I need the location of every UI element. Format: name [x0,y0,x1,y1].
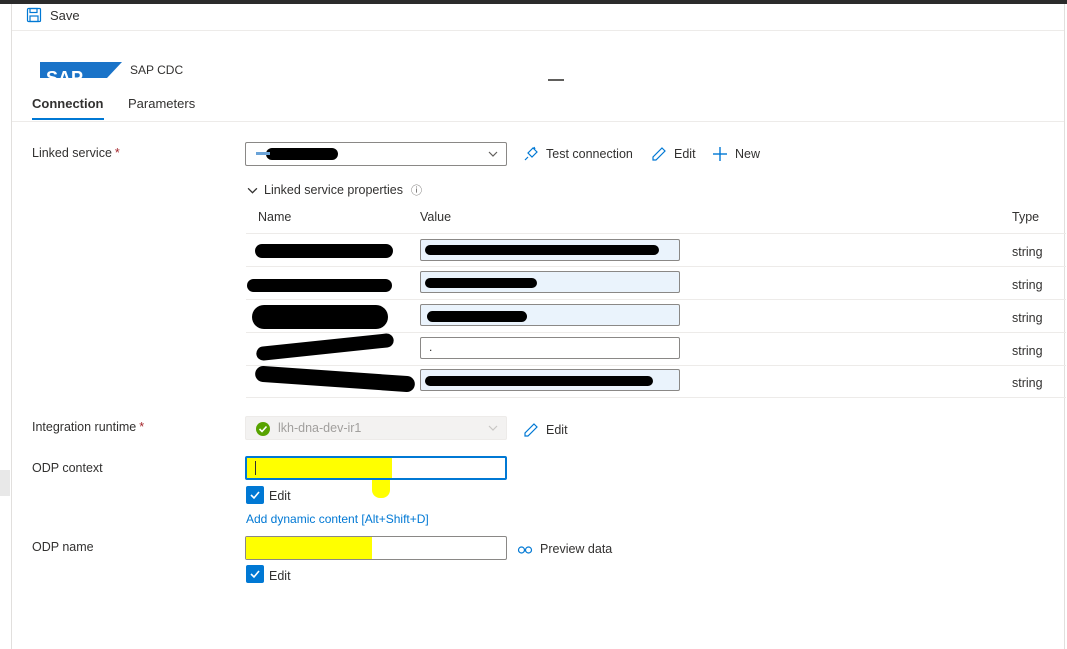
pencil-icon [652,147,666,161]
column-header-name: Name [258,210,292,224]
edit-integration-runtime-button[interactable]: Edit [523,422,568,438]
test-connection-button[interactable]: Test connection [523,146,633,162]
property-value-input[interactable] [420,304,680,326]
chevron-down-icon [488,425,498,431]
tab-parameters[interactable]: Parameters [128,96,195,111]
linked-service-select[interactable] [245,142,507,166]
checkmark-icon [250,570,260,579]
plus-icon [713,147,727,161]
dataset-type-title: SAP CDC [130,63,184,77]
highlighted-area [246,537,372,559]
property-type: string [1012,344,1043,358]
property-value-input[interactable] [420,271,680,293]
table-row-divider [246,365,1066,366]
property-type: string [1012,278,1043,292]
svg-text:SAP: SAP [46,68,83,78]
odp-name-edit-label: Edit [269,569,291,583]
odp-context-input[interactable] [245,456,507,480]
redacted-value [427,311,527,322]
save-label: Save [50,7,80,23]
column-header-type: Type [1012,210,1040,224]
highlighted-area [372,480,390,498]
odp-name-edit-checkbox[interactable] [246,565,264,583]
active-tab-underline [32,118,104,120]
pencil-icon [524,423,538,437]
collapsed-panel-strip [0,470,10,496]
property-value-input[interactable] [420,369,680,391]
toolbar: Save [12,4,1064,31]
linked-service-label: Linked service * [32,146,120,160]
tab-divider [12,121,1064,122]
property-type: string [1012,245,1043,259]
redacted-name [255,332,395,362]
save-button[interactable]: Save [26,4,80,26]
right-divider [1064,4,1065,649]
integration-runtime-select[interactable]: lkh-dna-dev-ir1 [245,416,507,440]
chevron-down-icon [247,187,258,194]
chevron-down-icon [488,151,498,157]
sap-logo: SAP [40,62,122,78]
odp-context-label: ODP context [32,461,103,475]
highlighted-area [247,458,392,478]
property-value-input[interactable] [420,239,680,261]
redacted-name [252,305,388,329]
redacted-value [425,245,659,255]
odp-context-edit-checkbox[interactable] [246,486,264,504]
checkmark-icon [250,491,260,500]
edit-linked-service-button[interactable]: Edit [651,146,696,162]
save-icon [26,7,42,23]
table-bottom-divider [246,397,1066,398]
text-caret [255,461,256,475]
redacted-value [266,148,338,160]
integration-runtime-value: lkh-dna-dev-ir1 [278,421,362,435]
preview-data-button[interactable]: Preview data [517,541,612,557]
redacted-value [425,278,537,288]
add-dynamic-content-link[interactable]: Add dynamic content [Alt+Shift+D] [246,512,429,526]
info-icon[interactable]: ⓘ [411,182,422,198]
status-check-icon [256,422,270,436]
odp-context-edit-label: Edit [269,489,291,503]
tab-connection[interactable]: Connection [32,96,104,120]
left-divider [11,4,12,649]
table-row-divider [246,332,1066,333]
column-header-value: Value [420,210,452,224]
plug-icon [524,146,538,161]
redacted-value [425,376,653,386]
redacted-name [255,244,393,258]
property-type: string [1012,376,1043,390]
table-row-divider [246,299,1066,300]
integration-runtime-label: Integration runtime * [32,420,145,434]
glasses-icon [517,546,533,554]
property-value-input[interactable]: . [420,337,680,359]
property-type: string [1012,311,1043,325]
odp-name-input[interactable] [245,536,507,560]
table-row-divider [246,266,1066,267]
new-linked-service-button[interactable]: New [712,146,760,162]
linked-service-properties-toggle[interactable]: Linked service properties ⓘ [247,182,422,198]
table-divider [246,233,1066,234]
redacted-name [254,365,416,393]
odp-name-label: ODP name [32,540,94,554]
linked-service-icon [256,152,270,155]
minimize-handle[interactable] [548,79,564,81]
redacted-name [247,279,392,292]
